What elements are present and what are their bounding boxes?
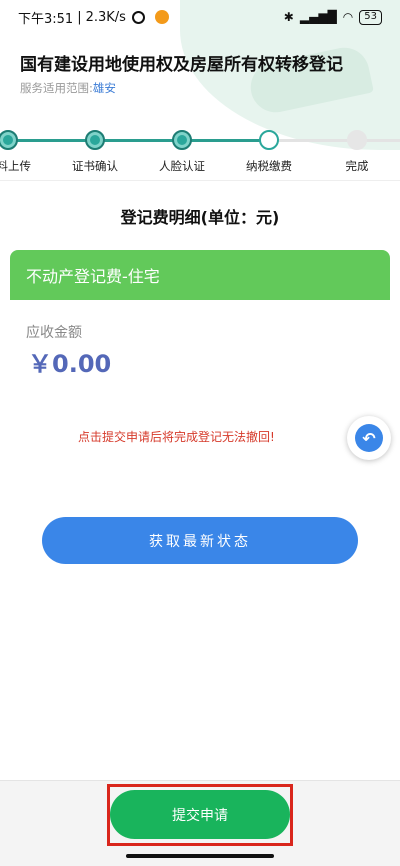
step-upload: 资料上传 [0,122,53,174]
submit-application-button[interactable]: 提交申请 [110,790,290,839]
progress-steps: 资料上传 证书确认 人脸认证 纳税缴费 完成 [0,122,400,180]
warning-text: 点击提交申请后将完成登记无法撤回! [78,430,275,444]
fee-item-header: 不动产登记费-住宅 [10,250,390,300]
status-separator: | [77,9,82,25]
network-speed: 2.3K/s [85,9,126,25]
status-time: 下午3:51 [18,11,74,27]
step-label: 完成 [345,159,369,173]
step-pending-icon [347,130,367,150]
battery-indicator: 53 [359,9,382,25]
bluetooth-icon: ✱ [283,10,294,24]
amount-label: 应收金额 [26,325,82,341]
service-scope-value: 雄安 [92,81,116,95]
step-label: 证书确认 [72,159,118,173]
step-done-icon [85,130,105,150]
service-scope-label: 服务适用范围: [20,81,93,95]
app-notification-icon [154,10,169,24]
step-label: 资料上传 [0,159,31,173]
step-tax-payment: 纳税缴费 [224,122,314,174]
step-done-icon [172,130,192,150]
undo-arrow-icon: ↶ [355,424,383,452]
back-button[interactable]: ↶ [347,416,391,460]
signal-icon: ▂▄▆█ [299,10,337,24]
section-title: 登记费明细(单位：元) [120,208,280,227]
step-current-icon [259,130,279,150]
home-indicator[interactable] [126,854,274,858]
alarm-icon [131,10,145,24]
refresh-status-button[interactable]: 获取最新状态 [42,517,358,564]
step-certificate: 证书确认 [50,122,140,174]
step-label: 人脸认证 [159,159,205,173]
step-face-auth: 人脸认证 [137,122,227,174]
step-done-icon [0,130,18,150]
page-title: 国有建设用地使用权及房屋所有权转移登记 [20,55,343,75]
status-bar: 下午3:51 | 2.3K/s ✱ ▂▄▆█ ◠ 53 [0,0,400,34]
step-label: 纳税缴费 [246,159,292,173]
step-complete: 完成 [312,122,400,174]
divider [0,180,400,181]
wifi-icon: ◠ [342,10,354,24]
amount-value: ￥0.00 [28,350,112,378]
service-scope: 服务适用范围:雄安 [20,80,116,96]
